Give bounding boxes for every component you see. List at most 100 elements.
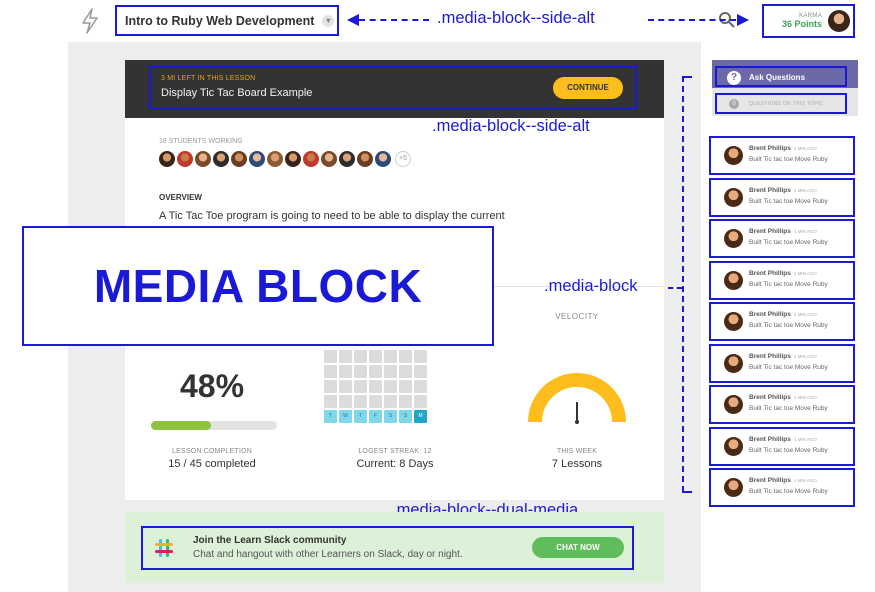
avatar[interactable] (724, 229, 743, 248)
avatar[interactable] (724, 478, 743, 497)
calendar-cell (369, 395, 382, 408)
calendar-cell (384, 350, 397, 363)
list-item[interactable]: Brent Phillips 1 MIN AGO Built Tic tac toe… (709, 426, 855, 466)
avatar[interactable] (213, 151, 229, 167)
avatar[interactable] (339, 151, 355, 167)
avatar[interactable] (724, 395, 743, 414)
karma-points: 36 Points (781, 19, 822, 29)
questions-media-block: 0 QUESTIONS ON THIS TOPIC (715, 93, 847, 114)
activity-time: 1 MIN AGO (793, 229, 817, 234)
activity-time: 1 MIN AGO (793, 353, 817, 359)
user-avatar[interactable] (828, 10, 850, 32)
calendar-cell (324, 395, 337, 408)
activity-text: Built Tic tac toe Move Ruby (749, 197, 828, 205)
list-item[interactable]: Brent Phillips 1 MIN AGO Built Tic tac toe… (709, 343, 855, 383)
lesson-time-left: 3 MI LEFT IN THIS LESSON (161, 75, 256, 82)
course-title-label: Intro to Ruby Web Development (125, 13, 315, 28)
calendar-cell (369, 380, 382, 393)
list-item[interactable]: Brent Phillips 1 MIN AGO Built Tic tac toe… (709, 177, 855, 217)
slack-media-block: Join the Learn Slack community Chat and … (141, 526, 634, 570)
continue-button[interactable]: CONTINUE (553, 77, 623, 99)
avatar[interactable] (357, 151, 373, 167)
calendar-cell (324, 380, 337, 393)
avatar[interactable] (375, 151, 391, 167)
calendar-cell (414, 380, 427, 393)
completion-value: 15 / 45 completed (168, 458, 256, 470)
activity-text: Built Tic tac toe Move Ruby (749, 239, 828, 246)
slack-subtitle: Chat and hangout with other Learners on … (193, 549, 463, 560)
students-working-label: 18 STUDENTS WORKING (159, 138, 243, 145)
activity-text: Built Tic tac toe Move Ruby (749, 405, 828, 412)
activity-text: Built Tic tac toe Move Ruby (749, 156, 828, 163)
avatar[interactable] (249, 151, 265, 167)
avatar[interactable] (231, 151, 247, 167)
avatar[interactable] (303, 151, 319, 167)
avatar[interactable] (177, 151, 193, 167)
lightning-logo-icon[interactable] (80, 8, 100, 34)
ask-questions-button[interactable]: ? Ask Questions (712, 60, 858, 88)
calendar-cell (369, 350, 382, 363)
activity-time: 1 MIN AGO (793, 312, 817, 317)
calendar-cell (399, 395, 412, 408)
karma-widget[interactable]: KARMA 36 Points (762, 4, 855, 38)
more-students-badge[interactable]: +5 (395, 151, 411, 167)
overview-text: A Tic Tac Toe program is going to need t… (159, 210, 505, 222)
annotation-arrow-left (347, 14, 359, 26)
list-item[interactable]: Brent Phillips 1 MIN AGO Built Tic tac toe… (709, 468, 855, 507)
activity-name: Brent Phillips 1 MIN AGO (749, 145, 817, 152)
activity-time: 1 MIN AGO (793, 478, 817, 483)
slack-title: Join the Learn Slack community (193, 535, 347, 546)
completion-progress-bar (151, 421, 277, 430)
questions-on-topic[interactable]: 0 QUESTIONS ON THIS TOPIC (712, 88, 858, 116)
avatar[interactable] (159, 151, 175, 167)
activity-time: 1 MIN AGO (793, 395, 817, 400)
calendar-cell (354, 350, 367, 363)
avatar[interactable] (285, 151, 301, 167)
velocity-card: THIS WEEK 7 Lessons (490, 332, 664, 500)
calendar-cell (399, 350, 412, 363)
avatar[interactable] (724, 146, 743, 165)
course-selector[interactable]: Intro to Ruby Web Development ▾ (115, 5, 339, 36)
chat-now-button[interactable]: CHAT NOW (532, 537, 624, 558)
list-item[interactable]: Brent Phillips 1 MIN AGO Built Tic tac toe… (709, 302, 855, 341)
avatar[interactable] (321, 151, 337, 167)
calendar-cell (399, 365, 412, 378)
streak-calendar: TWTFSSM (324, 350, 427, 423)
list-item[interactable]: Brent Phillips 1 MIN AGO Built Tic tac toe… (709, 260, 855, 300)
activity-text: Built Tic tac toe Move Ruby (749, 322, 828, 329)
annotation-dash (668, 287, 682, 289)
activity-name: Brent Phillips 1 MIN AGO (749, 311, 817, 318)
media-block-callout-label: MEDIA BLOCK (93, 260, 423, 312)
avatar[interactable] (724, 270, 743, 290)
calendar-day: T (354, 410, 367, 423)
calendar-day: F (369, 410, 382, 423)
calendar-cell (339, 365, 352, 378)
question-icon: ? (727, 71, 741, 85)
velocity-period: THIS WEEK (556, 448, 598, 455)
completion-card: 48% LESSON COMPLETION 15 / 45 completed (125, 332, 299, 500)
activity-name: Brent Phillips 1 MIN AGO (749, 352, 817, 360)
calendar-cell (384, 395, 397, 408)
list-item[interactable]: Brent Phillips 1 MIN AGO Built Tic tac toe… (709, 219, 855, 258)
calendar-cell (339, 380, 352, 393)
calendar-cell (339, 350, 352, 363)
avatar[interactable] (724, 312, 743, 331)
avatar[interactable] (267, 151, 283, 167)
avatar[interactable] (195, 151, 211, 167)
list-item[interactable]: Brent Phillips 1 MIN AGO Built Tic tac toe… (709, 136, 855, 175)
calendar-cell (369, 365, 382, 378)
calendar-day: T (324, 410, 337, 423)
list-item[interactable]: Brent Phillips 1 MIN AGO Built Tic tac toe… (709, 385, 855, 424)
count-icon: 0 (729, 99, 739, 109)
activity-time: 1 MIN AGO (793, 270, 817, 276)
annotation-side-alt-mid: .media-block--side-alt (432, 117, 590, 135)
avatar[interactable] (724, 353, 743, 373)
calendar-day: W (339, 410, 352, 423)
avatar[interactable] (724, 187, 743, 207)
activity-text: Built Tic tac toe Move Ruby (749, 363, 828, 371)
streak-card: TWTFSSM LOGEST STREAK: 12 Current: 8 Day… (308, 332, 482, 500)
avatar[interactable] (724, 436, 743, 456)
overview-heading: OVERVIEW (159, 193, 202, 202)
streak-value: Current: 8 Days (356, 458, 434, 470)
activity-time: 1 MIN AGO (793, 436, 817, 442)
